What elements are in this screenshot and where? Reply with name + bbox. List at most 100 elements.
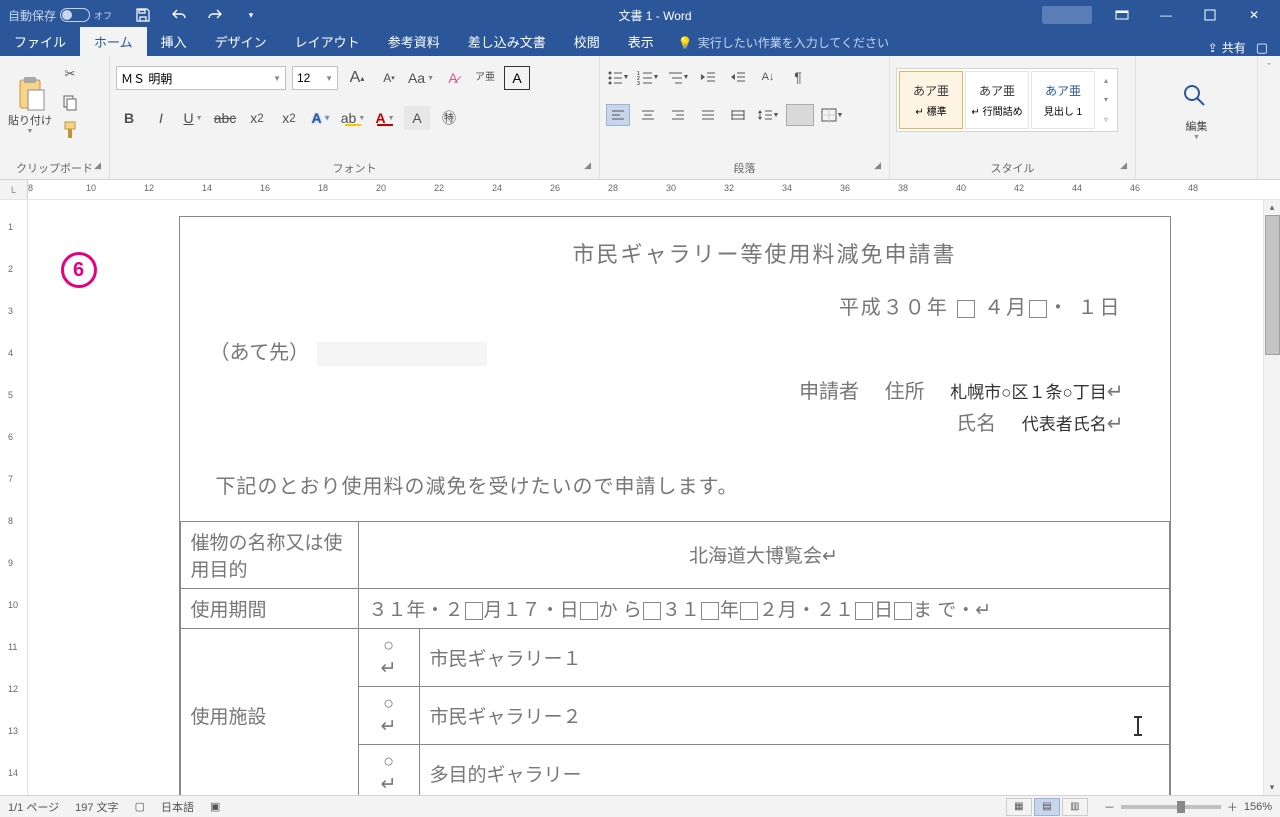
align-justify-icon[interactable]: [696, 104, 720, 126]
align-center-icon[interactable]: [636, 104, 660, 126]
highlight-color-icon[interactable]: ab▼: [340, 106, 366, 130]
status-page[interactable]: 1/1 ページ: [8, 799, 59, 815]
copy-icon[interactable]: [60, 92, 80, 112]
style-normal[interactable]: あア亜↵ 標準: [899, 71, 963, 129]
font-color-icon[interactable]: A▼: [372, 106, 398, 130]
char-border-icon[interactable]: A: [504, 66, 530, 90]
style-gallery-more-icon[interactable]: ▴▾▿: [1097, 71, 1115, 129]
status-bar: 1/1 ページ 197 文字 ▢ 日本語 ▣ ▦ ▤ ▥ － ＋ 156%: [0, 795, 1280, 817]
borders-icon[interactable]: ▼: [820, 104, 844, 126]
align-right-icon[interactable]: [666, 104, 690, 126]
style-no-spacing[interactable]: あア亜↵ 行間詰め: [965, 71, 1029, 129]
numbering-icon[interactable]: 123▼: [636, 66, 660, 88]
increase-indent-icon[interactable]: [726, 66, 750, 88]
multilevel-icon[interactable]: ▼: [666, 66, 690, 88]
format-painter-icon[interactable]: [60, 120, 80, 140]
bold-button[interactable]: B: [116, 106, 142, 130]
bullets-icon[interactable]: ▼: [606, 66, 630, 88]
char-shading-icon[interactable]: A: [404, 106, 430, 130]
clear-format-icon[interactable]: A̷: [440, 66, 466, 90]
group-editing-label: [1142, 162, 1251, 179]
tab-mailings[interactable]: 差し込み文書: [454, 27, 560, 56]
spellcheck-icon[interactable]: ▢: [135, 800, 145, 813]
view-web-icon[interactable]: ▥: [1062, 798, 1088, 816]
autosave-switch[interactable]: [60, 8, 90, 22]
styles-launcher-icon[interactable]: ◢: [1120, 160, 1127, 171]
group-styles-label: スタイル◢: [896, 158, 1129, 179]
tab-layout[interactable]: レイアウト: [281, 27, 374, 56]
tab-review[interactable]: 校閲: [560, 27, 614, 56]
view-read-icon[interactable]: ▦: [1006, 798, 1032, 816]
align-distributed-icon[interactable]: [726, 104, 750, 126]
paste-button[interactable]: 貼り付け ▼: [6, 60, 54, 150]
show-marks-icon[interactable]: ¶: [786, 66, 810, 88]
shading-icon[interactable]: [786, 104, 814, 126]
facility-header: 使用施設: [180, 628, 358, 795]
grow-font-icon[interactable]: A▴: [344, 66, 370, 90]
zoom-slider[interactable]: [1121, 805, 1221, 809]
vertical-scrollbar[interactable]: ▴ ▾: [1263, 200, 1280, 795]
group-font-label: フォント◢: [116, 158, 593, 179]
font-size-select[interactable]: 12▼: [292, 66, 338, 90]
minimize-icon[interactable]: ―: [1146, 1, 1186, 29]
macro-record-icon[interactable]: ▣: [210, 800, 220, 813]
italic-button[interactable]: I: [148, 106, 174, 130]
scroll-down-icon[interactable]: ▾: [1265, 780, 1280, 795]
change-case-icon[interactable]: Aa▼: [408, 66, 434, 90]
save-icon[interactable]: [134, 6, 152, 24]
tab-view[interactable]: 表示: [614, 27, 668, 56]
paragraph-launcher-icon[interactable]: ◢: [874, 160, 881, 171]
undo-icon[interactable]: [170, 6, 188, 24]
clipboard-launcher-icon[interactable]: ◢: [94, 160, 101, 171]
scrollbar-thumb[interactable]: [1265, 215, 1280, 355]
cut-icon[interactable]: ✂: [60, 64, 80, 84]
share-button[interactable]: ⇪ 共有: [1208, 39, 1246, 56]
share-label: 共有: [1222, 39, 1246, 56]
close-icon[interactable]: ✕: [1234, 1, 1274, 29]
superscript-button[interactable]: x2: [276, 106, 302, 130]
zoom-in-icon[interactable]: ＋: [1227, 799, 1238, 815]
style-gallery[interactable]: あア亜↵ 標準 あア亜↵ 行間詰め あア亜見出し 1 ▴▾▿: [896, 68, 1118, 132]
comments-icon[interactable]: ▢: [1256, 40, 1268, 56]
autosave-label: 自動保存: [8, 7, 56, 24]
qat-customize-icon[interactable]: ▾: [242, 6, 260, 24]
tell-me-search[interactable]: 💡 実行したい作業を入力してください: [668, 29, 899, 56]
maximize-icon[interactable]: [1190, 1, 1230, 29]
tab-file[interactable]: ファイル: [0, 27, 80, 56]
text-effects-icon[interactable]: A▼: [308, 106, 334, 130]
ribbon-display-icon[interactable]: [1102, 1, 1142, 29]
tab-selector-icon[interactable]: L: [0, 180, 28, 199]
shrink-font-icon[interactable]: A▾: [376, 66, 402, 90]
find-button[interactable]: 編集 ▼: [1171, 66, 1223, 156]
tab-design[interactable]: デザイン: [201, 27, 281, 56]
view-print-icon[interactable]: ▤: [1034, 798, 1060, 816]
strikethrough-button[interactable]: abc: [212, 106, 238, 130]
tab-home[interactable]: ホーム: [80, 27, 147, 56]
style-heading1[interactable]: あア亜見出し 1: [1031, 71, 1095, 129]
redo-icon[interactable]: [206, 6, 224, 24]
status-words[interactable]: 197 文字: [75, 799, 118, 815]
font-launcher-icon[interactable]: ◢: [584, 160, 591, 171]
subscript-button[interactable]: x2: [244, 106, 270, 130]
tab-references[interactable]: 参考資料: [374, 27, 454, 56]
underline-button[interactable]: U▼: [180, 106, 206, 130]
scroll-up-icon[interactable]: ▴: [1265, 200, 1280, 215]
enclose-char-icon[interactable]: ㊕: [436, 106, 462, 130]
ruler-horizontal[interactable]: L 81012141618202224262830323436384042444…: [0, 180, 1280, 200]
line-spacing-icon[interactable]: ▼: [756, 104, 780, 126]
status-language[interactable]: 日本語: [161, 799, 194, 815]
collapse-ribbon-icon[interactable]: ˇ: [1258, 56, 1280, 179]
scrollbar-track[interactable]: [1265, 215, 1280, 780]
tab-insert[interactable]: 挿入: [147, 27, 201, 56]
ruler-vertical[interactable]: 1234567891011121314: [0, 200, 28, 795]
zoom-out-icon[interactable]: －: [1104, 799, 1115, 815]
phonetic-guide-icon[interactable]: ア亜: [472, 66, 498, 90]
decrease-indent-icon[interactable]: [696, 66, 720, 88]
align-left-icon[interactable]: [606, 104, 630, 126]
annotation-badge: 6: [61, 252, 97, 288]
font-name-select[interactable]: ＭＳ 明朝▼: [116, 66, 286, 90]
autosave-toggle[interactable]: 自動保存 オフ: [0, 7, 120, 24]
user-account[interactable]: [1042, 6, 1092, 24]
document-canvas[interactable]: 6 市民ギャラリー等使用料減免申請書 平成３０年 ４月・ １日 （あて先） 申請…: [28, 200, 1263, 795]
sort-icon[interactable]: A↓: [756, 66, 780, 88]
